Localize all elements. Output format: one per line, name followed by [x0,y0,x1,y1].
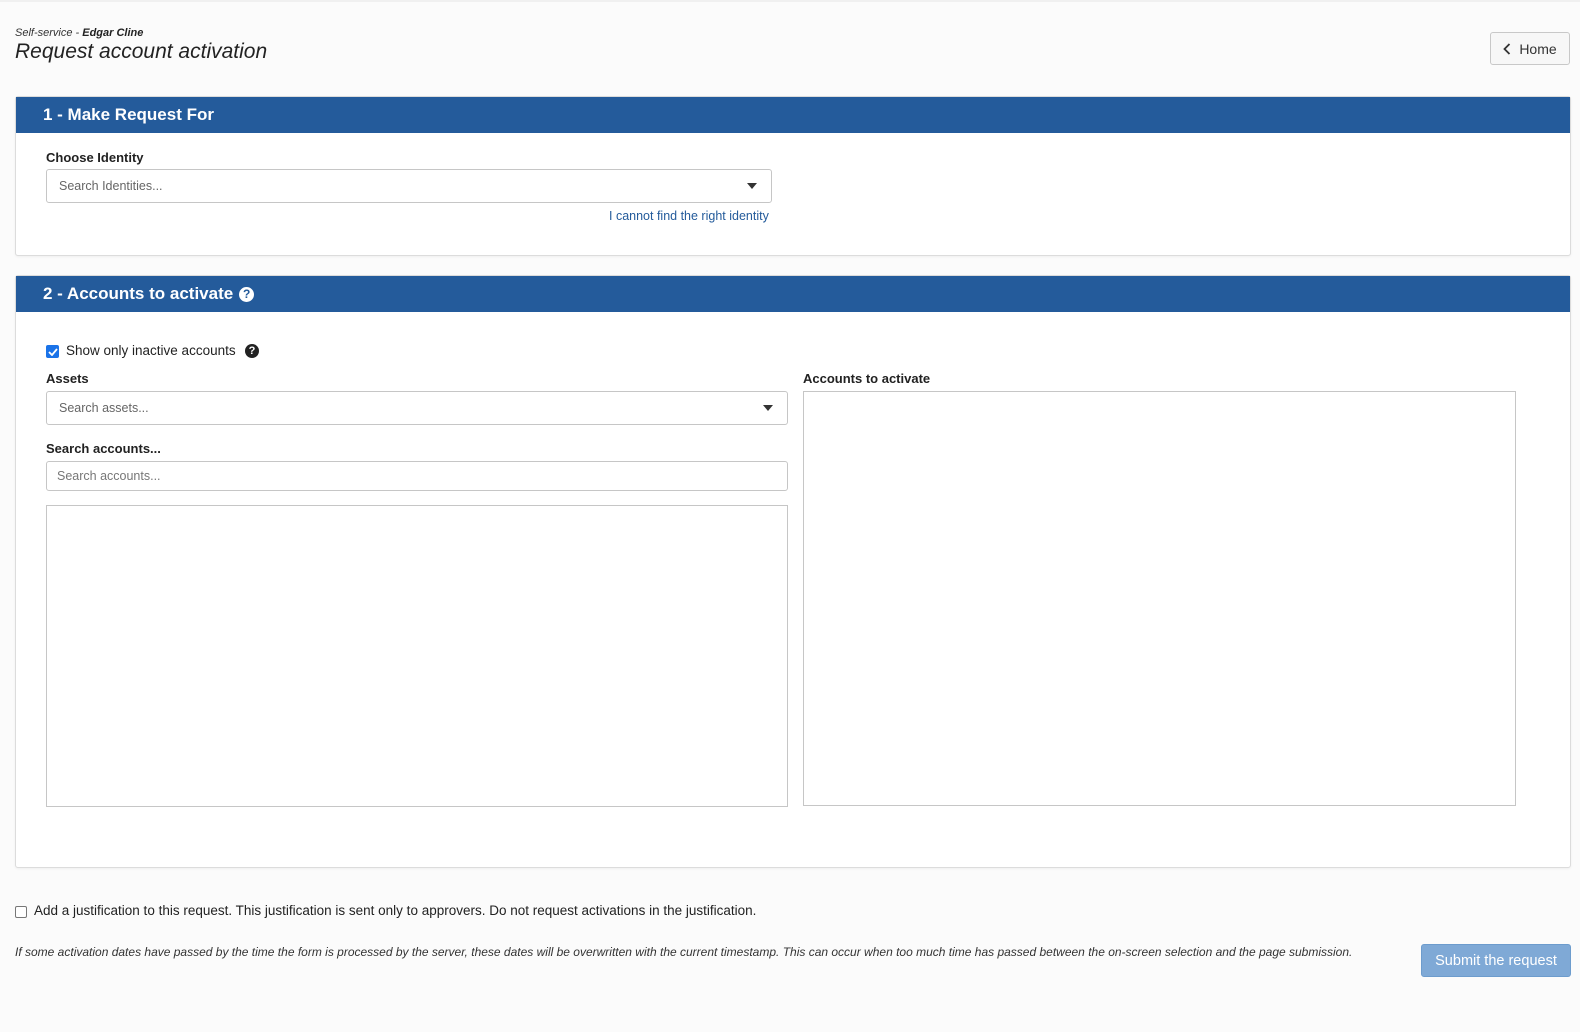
caret-down-icon [747,183,757,189]
home-button-label: Home [1519,40,1557,57]
accounts-to-activate-panel: 2 - Accounts to activate ? Show only ina… [15,275,1571,868]
submit-request-button[interactable]: Submit the request [1421,944,1571,977]
top-divider [0,0,1580,2]
chevron-left-icon [1503,42,1511,55]
section2-title: 2 - Accounts to activate [43,284,234,303]
caret-down-icon [763,405,773,411]
breadcrumb: Self-service - Edgar Cline [15,27,143,39]
show-inactive-checkbox[interactable] [46,345,59,358]
accounts-to-activate-header: 2 - Accounts to activate ? [16,276,1570,312]
section1-title: 1 - Make Request For [43,105,214,124]
help-circle-icon[interactable]: ? [245,344,259,358]
checkmark-icon [47,347,58,356]
cannot-find-identity-link[interactable]: I cannot find the right identity [609,209,769,223]
assets-label: Assets [46,371,89,386]
home-button[interactable]: Home [1490,32,1570,65]
page-title: Request account activation [15,40,268,63]
search-accounts-input[interactable] [46,461,788,491]
help-circle-icon[interactable]: ? [239,286,255,302]
accounts-to-activate-list[interactable] [803,391,1516,806]
choose-identity-label: Choose Identity [46,150,144,165]
timestamp-note: If some activation dates have passed by … [15,945,1353,959]
justification-checkbox[interactable] [15,906,27,918]
search-accounts-label: Search accounts... [46,441,161,456]
assets-select[interactable]: Search assets... [46,391,788,425]
breadcrumb-user: Edgar Cline [82,27,144,39]
identity-select-placeholder: Search Identities... [59,179,163,193]
show-inactive-label: Show only inactive accounts [66,343,236,358]
assets-select-placeholder: Search assets... [59,401,149,415]
identity-select[interactable]: Search Identities... [46,169,772,203]
justification-label: Add a justification to this request. Thi… [34,903,757,918]
available-accounts-list[interactable] [46,505,788,807]
breadcrumb-prefix: Self-service - [15,27,83,39]
make-request-for-panel: 1 - Make Request For Choose Identity Sea… [15,96,1571,256]
make-request-for-header: 1 - Make Request For [16,97,1570,133]
accounts-to-activate-label: Accounts to activate [803,371,931,386]
